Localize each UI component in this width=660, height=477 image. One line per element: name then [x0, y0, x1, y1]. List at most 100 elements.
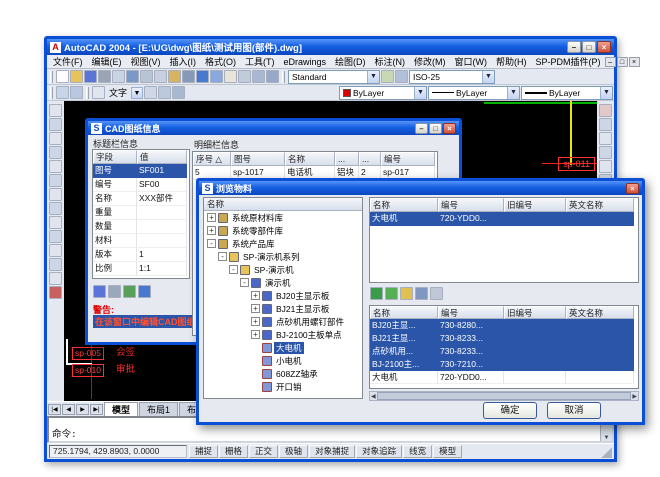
- column-header[interactable]: 编号: [381, 152, 435, 166]
- table-row[interactable]: 材料: [93, 234, 189, 248]
- redo-icon[interactable]: [210, 70, 223, 83]
- cad-dialog-minimize-button[interactable]: –: [415, 123, 428, 134]
- column-header[interactable]: 序号 △: [193, 152, 231, 166]
- tree-item-5[interactable]: -演示机: [204, 276, 362, 289]
- column-header[interactable]: 名称: [285, 152, 335, 166]
- status-toggle-7[interactable]: 模型: [433, 445, 462, 458]
- tree-item-6[interactable]: +BJ20主显示板: [204, 289, 362, 302]
- tab-nav-button-3[interactable]: ▶|: [90, 404, 103, 415]
- menu-item-5[interactable]: 工具(T): [241, 55, 279, 68]
- zoom-realtime-icon[interactable]: [238, 70, 251, 83]
- refresh-info-icon[interactable]: [123, 285, 136, 298]
- status-toggle-1[interactable]: 栅格: [219, 445, 248, 458]
- zoom-window-icon[interactable]: [252, 70, 265, 83]
- column-header[interactable]: 值: [137, 150, 187, 164]
- tree-item-12[interactable]: 608ZZ轴承: [204, 367, 362, 380]
- column-header[interactable]: 旧编号: [504, 198, 566, 212]
- table-row[interactable]: 版本1: [93, 248, 189, 262]
- sync-info-icon[interactable]: [138, 285, 151, 298]
- table-row[interactable]: BJ-2100主...730-7210...: [370, 358, 638, 371]
- browse-dialog-close-button[interactable]: ×: [626, 183, 639, 194]
- save-info-icon[interactable]: [93, 285, 106, 298]
- menu-item-2[interactable]: 视图(V): [127, 55, 165, 68]
- arc-icon[interactable]: [49, 174, 62, 187]
- collapse-icon[interactable]: -: [218, 252, 227, 261]
- tree-column-header[interactable]: 名称: [204, 198, 362, 211]
- make-block-icon[interactable]: [49, 258, 62, 271]
- collapse-icon[interactable]: -: [207, 239, 216, 248]
- cut-icon[interactable]: [140, 70, 153, 83]
- rectangle-icon[interactable]: [49, 160, 62, 173]
- collapse-icon[interactable]: -: [229, 265, 238, 274]
- collapse-icon[interactable]: -: [240, 278, 249, 287]
- menu-item-12[interactable]: SP-PDM插件(P): [532, 55, 605, 68]
- expand-icon[interactable]: +: [251, 317, 260, 326]
- menu-item-1[interactable]: 编辑(E): [88, 55, 126, 68]
- doc-restore-button[interactable]: □: [617, 57, 628, 67]
- expand-icon[interactable]: +: [207, 213, 216, 222]
- array-icon[interactable]: [599, 160, 612, 173]
- tree-item-2[interactable]: -系统产品库: [204, 237, 362, 250]
- status-toggle-6[interactable]: 线宽: [403, 445, 432, 458]
- browse-dialog-titlebar[interactable]: S 浏览物料 ×: [199, 181, 642, 195]
- status-toggle-5[interactable]: 对象追踪: [356, 445, 402, 458]
- search-material-icon[interactable]: [415, 287, 428, 300]
- table-row[interactable]: 比例1:1: [93, 262, 189, 276]
- print-info-icon[interactable]: [108, 285, 121, 298]
- resize-grip[interactable]: [600, 446, 612, 458]
- scroll-down-icon[interactable]: ▼: [601, 435, 612, 441]
- tree-item-4[interactable]: -SP-演示机: [204, 263, 362, 276]
- maximize-button[interactable]: □: [582, 41, 596, 53]
- column-header[interactable]: 编号: [438, 306, 504, 319]
- table-row[interactable]: 名称XXX部件: [93, 192, 189, 206]
- tree-item-0[interactable]: +系统原材料库: [204, 211, 362, 224]
- table-row[interactable]: 大电机720-YDD0...: [370, 212, 638, 226]
- table-row[interactable]: 数量: [93, 220, 189, 234]
- tree-item-8[interactable]: +点砂机用螺钉部件: [204, 315, 362, 328]
- cad-dialog-titlebar[interactable]: S CAD图纸信息 – □ ×: [88, 121, 459, 135]
- table-row[interactable]: 重量: [93, 206, 189, 220]
- circle-icon[interactable]: [49, 188, 62, 201]
- menu-item-7[interactable]: 绘图(D): [331, 55, 370, 68]
- text-style-icon[interactable]: [92, 86, 105, 99]
- chevron-down-icon[interactable]: ▼: [414, 87, 426, 99]
- chevron-down-icon[interactable]: ▼: [600, 87, 612, 99]
- point-icon[interactable]: [49, 272, 62, 285]
- status-toggle-2[interactable]: 正交: [249, 445, 278, 458]
- table-row[interactable]: 点砂机用...730-8233...: [370, 345, 638, 358]
- tab-nav-button-0[interactable]: |◀: [48, 404, 61, 415]
- table-row[interactable]: BJ21主显...730-8233...: [370, 332, 638, 345]
- expand-icon[interactable]: +: [251, 304, 260, 313]
- clear-filter-icon[interactable]: [430, 287, 443, 300]
- browse-table-scrollbar[interactable]: ◀ ▶: [369, 391, 639, 401]
- tree-item-3[interactable]: -SP-演示机系列: [204, 250, 362, 263]
- named-views-icon[interactable]: [56, 86, 69, 99]
- expand-icon[interactable]: +: [207, 226, 216, 235]
- chevron-down-icon[interactable]: ▼: [507, 87, 519, 99]
- text-style-combo[interactable]: Standard ▼: [288, 70, 380, 84]
- column-header[interactable]: 英文名称: [566, 198, 634, 212]
- match-properties-icon[interactable]: [182, 70, 195, 83]
- menu-item-4[interactable]: 格式(O): [201, 55, 240, 68]
- copy-object-icon[interactable]: [599, 118, 612, 131]
- ok-button[interactable]: 确定: [483, 402, 537, 419]
- 3d-orbit-icon[interactable]: [70, 86, 83, 99]
- menu-item-9[interactable]: 修改(M): [410, 55, 450, 68]
- ellipse-icon[interactable]: [49, 230, 62, 243]
- scroll-left-icon[interactable]: ◀: [371, 393, 376, 400]
- column-header[interactable]: 名称: [370, 306, 438, 319]
- construction-line-icon[interactable]: [49, 118, 62, 131]
- tree-item-1[interactable]: +系统零部件库: [204, 224, 362, 237]
- table-row[interactable]: 图号SF001: [93, 164, 189, 178]
- hatch-icon[interactable]: [49, 286, 62, 299]
- cad-dialog-close-button[interactable]: ×: [443, 123, 456, 134]
- cad-dialog-maximize-button[interactable]: □: [429, 123, 442, 134]
- column-header[interactable]: ...: [335, 152, 359, 166]
- column-header[interactable]: 编号: [438, 198, 504, 212]
- add-material-icon[interactable]: [370, 287, 383, 300]
- table-row[interactable]: BJ20主显...730-8280...: [370, 319, 638, 332]
- menu-item-8[interactable]: 标注(N): [371, 55, 410, 68]
- status-toggle-0[interactable]: 捕捉: [189, 445, 218, 458]
- open-file-icon[interactable]: [70, 70, 83, 83]
- tab-nav-button-2[interactable]: ▶: [76, 404, 89, 415]
